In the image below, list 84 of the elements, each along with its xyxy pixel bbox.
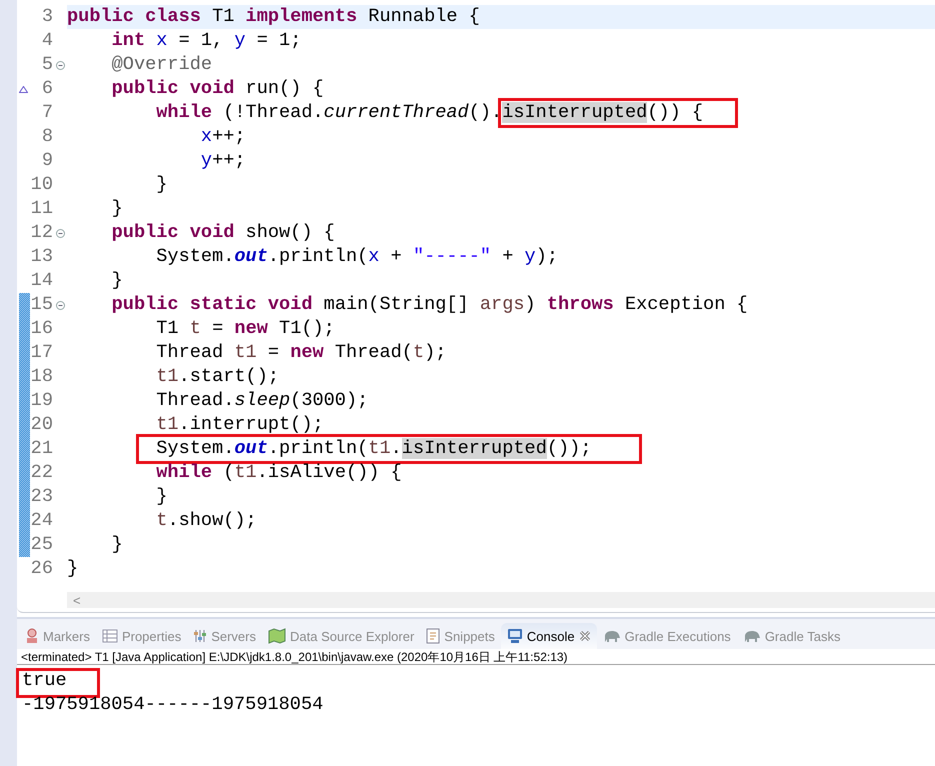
line-number: 13: [30, 245, 53, 269]
close-icon[interactable]: [578, 630, 591, 642]
line-number: 12: [30, 221, 53, 245]
view-tab[interactable]: Servers: [187, 623, 262, 649]
code-line: public void show() {: [110, 222, 335, 243]
collapse-icon[interactable]: [56, 60, 64, 70]
change-bar: [19, 461, 30, 485]
code-line: public void run() {: [110, 78, 324, 99]
code-line: }: [110, 270, 123, 291]
code-line: t.show();: [155, 510, 257, 531]
line-number: 6: [40, 77, 53, 101]
change-bar: [19, 389, 30, 413]
console-output: -1975918054------1975918054: [22, 694, 324, 715]
view-tab[interactable]: Snippets: [420, 623, 501, 649]
code-line: int x = 1, y = 1;: [110, 30, 302, 51]
code-line: while (!Thread.currentThread().isInterrupted()) {: [155, 102, 704, 123]
change-bar: [19, 293, 30, 317]
code-line: }: [67, 558, 78, 579]
view-tab[interactable]: Data Source Explorer: [262, 623, 420, 649]
code-line: System.out.println(x + "-----" + y);: [155, 246, 558, 267]
line-number: 8: [40, 125, 53, 149]
line-number: 16: [30, 317, 53, 341]
line-number: 15: [30, 293, 53, 317]
line-number: 3: [40, 5, 53, 29]
code-line: x++;: [200, 126, 246, 147]
line-number: 26: [30, 557, 53, 581]
change-bar: [19, 437, 30, 461]
line-number: 24: [30, 509, 53, 533]
console-header: <terminated> T1 [Java Application] E:\JDK\jdk1.8.0_201\bin\javaw.exe (2020年10月16日 上午11:52:13): [17, 649, 935, 665]
view-tab[interactable]: Gradle Executions: [596, 623, 737, 649]
change-bar: [19, 533, 30, 557]
line-number: 18: [30, 365, 53, 389]
person-icon: [25, 628, 39, 644]
view-tab[interactable]: Console: [500, 623, 597, 649]
code-line: }: [155, 174, 168, 195]
code-line: public class T1 implements Runnable {: [67, 6, 480, 27]
change-bar: [19, 317, 30, 341]
view-tab[interactable]: Gradle Tasks: [736, 623, 846, 649]
code-line: while (t1.isAlive()) {: [155, 462, 402, 483]
line-number: 17: [30, 341, 53, 365]
line-number: 22: [30, 461, 53, 485]
line-number: 21: [30, 437, 53, 461]
code-line: y++;: [200, 150, 246, 171]
monitor-icon: [506, 628, 523, 644]
line-number: 19: [30, 389, 53, 413]
sliders-icon: [193, 629, 208, 643]
console-output: true: [22, 670, 67, 691]
line-number: 5: [40, 53, 53, 77]
document-icon: [426, 628, 440, 644]
line-number: 20: [30, 413, 53, 437]
code-line: T1 t = new T1();: [155, 318, 335, 339]
code-line: Thread.sleep(3000);: [155, 390, 368, 411]
line-number: 7: [40, 101, 53, 125]
elephant-icon: [602, 629, 621, 643]
code-line: Thread t1 = new Thread(t);: [155, 342, 446, 363]
line-number: 10: [30, 173, 53, 197]
change-bar: [19, 485, 30, 509]
change-bar: [19, 413, 30, 437]
line-number: 9: [40, 149, 53, 173]
code-line: }: [110, 534, 123, 555]
code-line: t1.start();: [155, 366, 280, 387]
line-number: 14: [30, 269, 53, 293]
collapse-icon[interactable]: [56, 228, 64, 238]
elephant-icon: [742, 629, 761, 643]
line-number: 4: [40, 29, 53, 53]
change-bar: [19, 341, 30, 365]
code-line: }: [110, 198, 123, 219]
collapse-icon[interactable]: [56, 300, 64, 310]
code-line: }: [155, 486, 168, 507]
code-line: public static void main(String[] args) throws Exception {: [110, 294, 748, 315]
code-line: t1.interrupt();: [155, 414, 324, 435]
table-icon: [102, 629, 118, 643]
code-line: @Override: [110, 54, 212, 75]
line-number: 23: [30, 485, 53, 509]
change-bar: [19, 365, 30, 389]
change-bar: [19, 509, 30, 533]
line-number: 11: [30, 197, 53, 221]
scroll-left-button[interactable]: <: [67, 592, 81, 608]
horizontal-scrollbar[interactable]: <: [67, 592, 935, 608]
line-number: 25: [30, 533, 53, 557]
map-icon: [268, 628, 286, 644]
code-line: System.out.println(t1.isInterrupted());: [155, 438, 592, 459]
view-tab[interactable]: Markers: [19, 623, 96, 649]
view-tab[interactable]: Properties: [96, 623, 188, 649]
